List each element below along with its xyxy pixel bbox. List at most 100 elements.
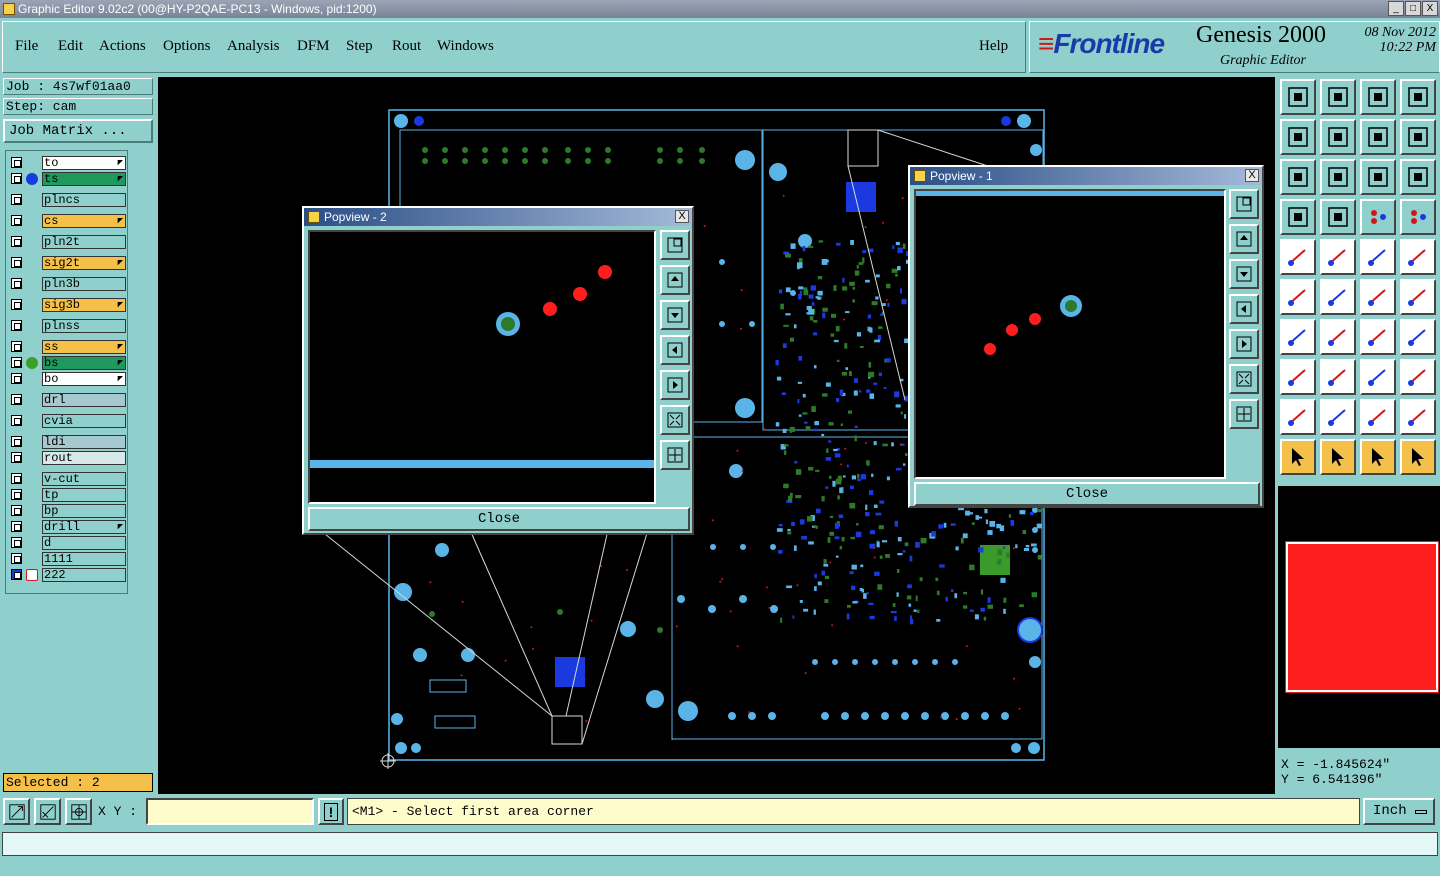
layer-name[interactable]: plnss (42, 319, 126, 333)
menu-windows[interactable]: Windows (437, 38, 494, 55)
layer-checkbox[interactable] (11, 157, 22, 168)
layer-row[interactable]: plnss (9, 319, 127, 333)
tool-button[interactable] (1360, 439, 1396, 475)
tool-button[interactable] (1280, 239, 1316, 275)
tool-button[interactable] (1360, 239, 1396, 275)
unit-selector[interactable]: Inch (1363, 798, 1435, 825)
layer-name[interactable]: plncs (42, 193, 126, 207)
layer-checkbox[interactable] (11, 373, 22, 384)
layer-row[interactable]: to ◤ (9, 156, 127, 170)
layer-checkbox[interactable] (11, 357, 22, 368)
tool-button[interactable] (1320, 159, 1356, 195)
tool-button[interactable] (1320, 279, 1356, 315)
layer-checkbox[interactable] (11, 194, 22, 205)
layer-name[interactable]: rout (42, 451, 126, 465)
popview-1-canvas[interactable] (914, 189, 1226, 479)
layer-name[interactable]: ldi (42, 435, 126, 449)
tool-button[interactable] (1360, 319, 1396, 355)
popview-1-zoom-in-button[interactable] (1229, 364, 1259, 394)
tool-button[interactable] (1280, 399, 1316, 435)
tool-button[interactable] (1400, 439, 1436, 475)
layer-name[interactable]: bp (42, 504, 126, 518)
popview-1-pan-left-button[interactable] (1229, 294, 1259, 324)
popview-2-zoom-in-button[interactable] (660, 405, 690, 435)
tool-button[interactable] (1360, 399, 1396, 435)
tool-button[interactable] (1280, 359, 1316, 395)
layer-checkbox[interactable] (11, 569, 22, 580)
popview-1-pan-down-button[interactable] (1229, 259, 1259, 289)
tool-button[interactable] (1280, 79, 1316, 115)
layer-name[interactable]: ss ◤ (42, 340, 126, 354)
tool-button[interactable] (1360, 119, 1396, 155)
menu-edit[interactable]: Edit (58, 38, 83, 55)
layer-row[interactable]: cs ◤ (9, 214, 127, 228)
popview-2-pan-right-button[interactable] (660, 370, 690, 400)
popview-2-pan-up-button[interactable] (660, 265, 690, 295)
layer-checkbox[interactable] (11, 537, 22, 548)
tool-button[interactable] (1360, 359, 1396, 395)
tool-button[interactable] (1320, 79, 1356, 115)
layer-row[interactable]: ldi (9, 435, 127, 449)
tool-button[interactable] (1400, 239, 1436, 275)
popview-1-pan-right-button[interactable] (1229, 329, 1259, 359)
layer-row[interactable]: drl (9, 393, 127, 407)
menu-step[interactable]: Step (346, 38, 373, 55)
layer-checkbox[interactable] (11, 521, 22, 532)
layer-name[interactable]: to ◤ (42, 156, 126, 170)
layer-name[interactable]: ts ◤ (42, 172, 126, 186)
layer-row[interactable]: 222 (9, 568, 127, 582)
measure-button[interactable] (34, 798, 61, 825)
layer-row[interactable]: rout (9, 451, 127, 465)
tool-button[interactable] (1400, 159, 1436, 195)
layer-row[interactable]: d (9, 536, 127, 550)
tool-button[interactable] (1360, 279, 1396, 315)
tool-button[interactable] (1400, 119, 1436, 155)
layer-name[interactable]: 1111 (42, 552, 126, 566)
layer-row[interactable]: plncs (9, 193, 127, 207)
xy-input[interactable] (146, 798, 314, 825)
layer-checkbox[interactable] (11, 505, 22, 516)
popview-2-pan-down-button[interactable] (660, 300, 690, 330)
menu-rout[interactable]: Rout (392, 38, 421, 55)
layer-row[interactable]: bo ◤ (9, 372, 127, 386)
zoom-area-button[interactable] (3, 798, 30, 825)
layer-checkbox[interactable] (11, 553, 22, 564)
popview-2-zoom-fit-button[interactable] (660, 230, 690, 260)
layer-name[interactable]: pln3b (42, 277, 126, 291)
layer-name[interactable]: cvia (42, 414, 126, 428)
tool-button[interactable] (1400, 399, 1436, 435)
maximize-button[interactable]: □ (1405, 1, 1421, 16)
popview-1-pan-up-button[interactable] (1229, 224, 1259, 254)
popview-2-titlebar[interactable]: Popview - 2 X (304, 208, 692, 226)
layer-checkbox[interactable] (11, 278, 22, 289)
layer-name[interactable]: pln2t (42, 235, 126, 249)
menu-file[interactable]: File (15, 38, 38, 55)
layer-checkbox[interactable] (11, 489, 22, 500)
layer-checkbox[interactable] (11, 299, 22, 310)
tool-button[interactable] (1320, 119, 1356, 155)
popview-2-close-x[interactable]: X (675, 210, 689, 223)
tool-button[interactable] (1400, 199, 1436, 235)
layer-name[interactable]: 222 (42, 568, 126, 582)
popview-2-zoom-out-button[interactable] (660, 440, 690, 470)
popview-2-pan-left-button[interactable] (660, 335, 690, 365)
popview-1-close-x[interactable]: X (1245, 169, 1259, 182)
layer-row[interactable]: sig3b ◤ (9, 298, 127, 312)
tool-button[interactable] (1280, 439, 1316, 475)
layer-name[interactable]: sig2t ◤ (42, 256, 126, 270)
layer-row[interactable]: pln2t (9, 235, 127, 249)
layer-row[interactable]: cvia (9, 414, 127, 428)
menu-actions[interactable]: Actions (99, 38, 146, 55)
menu-analysis[interactable]: Analysis (227, 38, 280, 55)
tool-button[interactable] (1400, 279, 1436, 315)
tool-button[interactable] (1280, 119, 1316, 155)
layer-checkbox[interactable] (11, 215, 22, 226)
tool-button[interactable] (1280, 279, 1316, 315)
tool-button[interactable] (1400, 79, 1436, 115)
grid-button[interactable] (65, 798, 92, 825)
layer-row[interactable]: ts ◤ (9, 172, 127, 186)
layer-checkbox[interactable] (11, 257, 22, 268)
layer-row[interactable]: tp (9, 488, 127, 502)
layer-checkbox[interactable] (11, 341, 22, 352)
layer-checkbox[interactable] (11, 394, 22, 405)
